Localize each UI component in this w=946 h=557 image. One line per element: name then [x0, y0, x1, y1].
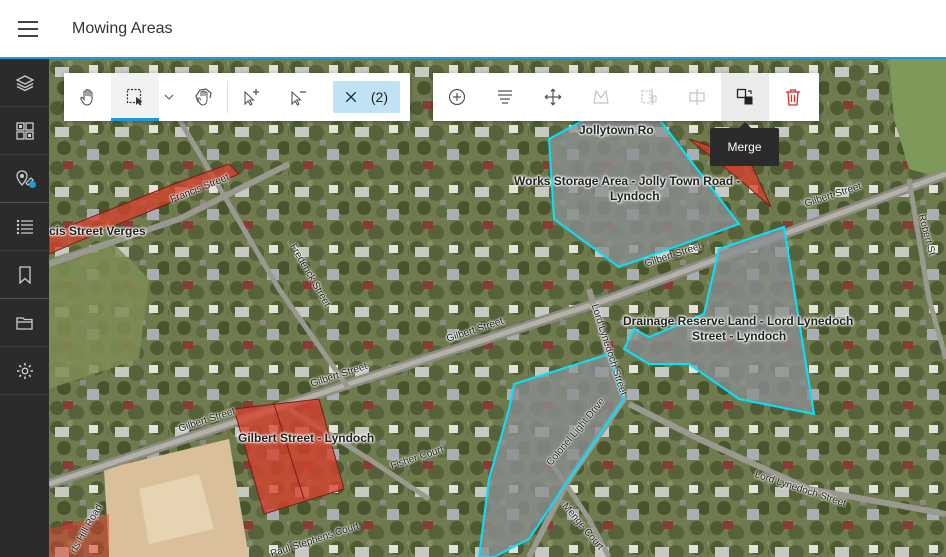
aerial-imagery	[49, 59, 946, 557]
active-indicator-dot	[29, 181, 36, 188]
bookmark-icon	[18, 265, 31, 284]
basemap-gallery-button[interactable]	[0, 107, 49, 155]
remove-from-selection-button[interactable]	[276, 73, 323, 121]
cut-icon	[641, 89, 657, 105]
hand-pan-icon	[79, 88, 93, 106]
bookmarks-button[interactable]	[0, 251, 49, 299]
move-icon	[544, 88, 562, 106]
label-works-storage-line1: Works Storage Area - Jolly Town Road -	[514, 174, 741, 188]
side-rail	[0, 59, 49, 557]
reshape-button[interactable]	[577, 73, 625, 121]
create-feature-button[interactable]	[433, 73, 481, 121]
label-drainage-reserve-line1: Drainage Reserve Land - Lord Lynedoch	[623, 314, 854, 328]
add-to-selection-button[interactable]	[228, 73, 275, 121]
cursor-add-icon	[244, 89, 260, 106]
menu-icon[interactable]	[18, 20, 38, 37]
settings-button[interactable]	[0, 347, 49, 395]
delete-button[interactable]	[769, 73, 817, 121]
add-circle-icon	[448, 88, 466, 106]
move-button[interactable]	[529, 73, 577, 121]
merge-button[interactable]	[721, 73, 769, 121]
open-folder-button[interactable]	[0, 299, 49, 347]
chevron-down-icon	[164, 94, 174, 100]
app-title: Mowing Areas	[72, 19, 173, 37]
layers-button[interactable]	[0, 59, 49, 107]
settings-icon	[16, 362, 33, 379]
attribute-list-icon	[498, 90, 512, 104]
trash-icon	[786, 89, 800, 106]
reshape-icon	[593, 89, 609, 104]
label-jollytown-road: Jollytown Ro	[579, 123, 654, 137]
map-view[interactable]: Jollytown Ro Works Storage Area - Jolly …	[49, 59, 946, 557]
layers-icon	[15, 74, 34, 91]
pan-button[interactable]	[64, 73, 111, 121]
folder-icon	[15, 316, 33, 330]
basemap-gallery-icon	[15, 121, 34, 140]
merge-icon	[736, 88, 753, 105]
lasso-select-button[interactable]	[180, 73, 227, 121]
label-works-storage-line2: Lyndoch	[610, 189, 660, 203]
app-header: Mowing Areas	[0, 0, 946, 59]
cursor-remove-icon	[291, 90, 307, 106]
select-tool-dropdown[interactable]	[159, 73, 181, 121]
cut-button[interactable]	[625, 73, 673, 121]
rectangle-select-icon	[126, 88, 143, 106]
rectangle-select-button[interactable]	[111, 73, 159, 121]
label-gilbert-street-lyndoch: Gilbert Street - Lyndoch	[238, 431, 375, 445]
edit-attributes-button[interactable]	[481, 73, 529, 121]
legend-button[interactable]	[0, 203, 49, 251]
label-drainage-reserve-line2: Street - Lyndoch	[692, 329, 787, 343]
lasso-select-icon	[195, 88, 212, 106]
label-francis-street-verges: cis Street Verges	[49, 224, 146, 238]
edit-button[interactable]	[0, 155, 49, 203]
split-icon	[689, 89, 705, 105]
legend-list-icon	[16, 219, 33, 234]
merge-tooltip: Merge	[710, 122, 779, 166]
split-button[interactable]	[673, 73, 721, 121]
edit-toolbar	[433, 73, 819, 121]
close-icon	[345, 91, 357, 103]
selection-toolbar: (2)	[64, 73, 410, 121]
clear-selection-button[interactable]: (2)	[332, 81, 401, 113]
selection-count: (2)	[370, 89, 389, 105]
